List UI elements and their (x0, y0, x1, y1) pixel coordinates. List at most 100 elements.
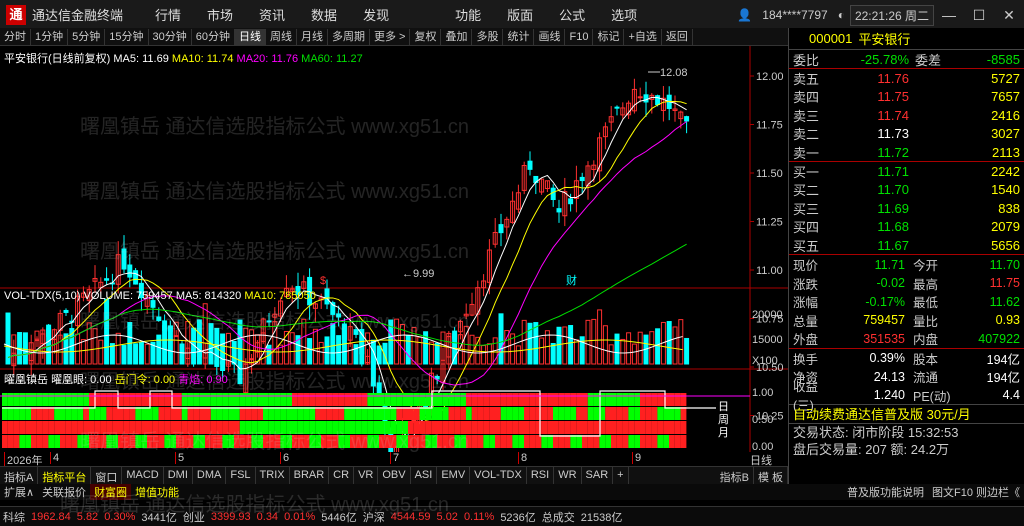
toolbar-button[interactable]: 30分钟 (149, 28, 192, 45)
indicator-block (413, 435, 420, 448)
ext-button[interactable]: 关联报价 (38, 484, 90, 500)
indicator-block (118, 421, 124, 434)
menu-item[interactable]: 公式 (546, 5, 598, 24)
indicator-block (396, 435, 403, 448)
ext-button[interactable]: 财富圈 (90, 484, 132, 500)
order-price: 11.67 (877, 237, 909, 253)
indicator-tab[interactable]: VR (354, 467, 379, 484)
indicator-tab[interactable]: 窗口 (91, 467, 123, 484)
ext-button[interactable]: 图文F10 则边栏《 (928, 484, 1024, 500)
indicator-tab[interactable]: 指标平台 (38, 467, 92, 484)
order-row: 卖三 11.74 2416 (789, 106, 1024, 124)
user-icon[interactable]: 👤 (732, 8, 757, 22)
indicator-block (245, 393, 252, 406)
indicator-tab[interactable]: 模 板 (754, 467, 788, 484)
ext-button[interactable]: 增值功能 (131, 484, 183, 500)
indicator-tab[interactable]: 指标A (0, 467, 39, 484)
indicator-block (280, 421, 287, 434)
indicator-block (234, 407, 240, 420)
indicator-block (640, 407, 646, 420)
candle-body (556, 208, 562, 213)
kline-chart-svg[interactable]: 12.0011.7511.5011.2511.0010.7510.5010.25… (0, 46, 788, 484)
toolbar-button[interactable]: 分时 (0, 28, 31, 45)
maximize-icon[interactable]: ☐ (964, 7, 994, 24)
indicator-tab[interactable]: DMI (164, 467, 193, 484)
toolbar-button[interactable]: 统计 (503, 28, 535, 45)
menu-item[interactable]: 版面 (494, 5, 546, 24)
period-toolbar: 分时 1分钟 5分钟 15分钟 30分钟 60分钟 日线 周线 月线 多周期 更多 > 复权 叠加 多股统… (0, 28, 788, 46)
info-label: 最低 (913, 296, 939, 311)
indicator-block (553, 435, 559, 448)
info-row: 现价 11.71 今开 11.70 (789, 255, 1024, 274)
toolbar-button[interactable]: 标记 (593, 28, 625, 45)
indicator-tab[interactable]: CR (329, 467, 355, 484)
indicator-tab[interactable]: FSL (226, 467, 256, 484)
indicator-block (210, 407, 217, 420)
toolbar-button[interactable]: 1分钟 (31, 28, 69, 45)
status-item: 3399.93 (210, 510, 251, 523)
menu-item[interactable]: 市场 (194, 5, 246, 24)
indicator-tab[interactable]: SAR (582, 467, 614, 484)
toolbar-button[interactable]: 15分钟 (105, 28, 149, 45)
toolbar-button[interactable]: 5分钟 (68, 28, 106, 45)
indicator-tab[interactable]: DMA (193, 467, 227, 484)
toolbar-button[interactable]: 月线 (297, 28, 328, 45)
indicator-tab[interactable]: RSI (527, 467, 555, 484)
toolbar-button[interactable]: 多周期 (328, 28, 370, 45)
toolbar-button[interactable]: 复权 (410, 28, 442, 45)
indicator-tab[interactable]: TRIX (256, 467, 290, 484)
toolbar-button[interactable]: 更多 > (370, 28, 411, 45)
subscription-ad[interactable]: 自动续费通达信普及版 30元/月 (789, 404, 1024, 425)
order-price: 11.76 (877, 71, 909, 87)
order-price: 11.71 (877, 164, 909, 180)
indicator-block (170, 407, 176, 420)
indicator-block (367, 407, 374, 420)
indicator-tab[interactable]: VOL-TDX (470, 467, 527, 484)
toolbar-button[interactable]: 60分钟 (192, 28, 235, 45)
ext-button[interactable]: 普及版功能说明 (843, 484, 928, 500)
indicator-block (367, 421, 374, 434)
indicator-block (582, 393, 588, 406)
indicator-block (576, 435, 582, 448)
indicator-tab[interactable]: 指标B (716, 467, 754, 484)
toolbar-button[interactable]: F10 (565, 28, 594, 45)
toolbar-button[interactable]: 日线 (235, 28, 266, 45)
close-icon[interactable]: ✕ (994, 7, 1024, 24)
toolbar-button[interactable]: 叠加 (441, 28, 473, 45)
indicator-block (350, 393, 356, 406)
menu-item[interactable]: 行情 (142, 5, 194, 24)
menu-item[interactable]: 资讯 (246, 5, 298, 24)
indicator-block (205, 407, 211, 420)
candle-body (684, 116, 690, 122)
menu-item[interactable]: 选项 (598, 5, 650, 24)
skin-icon[interactable]: ◐ (833, 8, 850, 22)
info-label: 总量 (793, 314, 819, 329)
menu-item[interactable]: 发现 (350, 5, 402, 24)
indicator-block (674, 421, 681, 434)
indicator-tab[interactable]: OBV (378, 467, 411, 484)
indicator-block (268, 435, 275, 448)
indicator-block (263, 407, 269, 420)
toolbar-button[interactable]: 返回 (662, 28, 693, 45)
account-label[interactable]: 184****7797 (757, 8, 832, 22)
volume-bar (156, 334, 162, 365)
order-volume: 2242 (991, 164, 1020, 180)
minimize-icon[interactable]: — (934, 7, 964, 23)
toolbar-button[interactable]: 多股 (472, 28, 504, 45)
indicator-tab[interactable]: + (613, 467, 629, 484)
indicator-tab[interactable]: BRAR (290, 467, 330, 484)
indicator-block (645, 393, 652, 406)
ext-button[interactable]: 扩展∧ (0, 484, 38, 500)
menu-item[interactable]: 数据 (298, 5, 350, 24)
menu-item[interactable]: 功能 (442, 5, 494, 24)
indicator-tab[interactable]: ASI (411, 467, 438, 484)
indicator-tab[interactable]: WR (554, 467, 582, 484)
chart-area[interactable]: 12.00 11.75 11.50 11.25 11.00 10.75 10.50 10.25… (0, 46, 788, 484)
status-item: 5.82 (76, 510, 99, 523)
indicator-tab[interactable]: EMV (437, 467, 471, 484)
toolbar-button[interactable]: 周线 (266, 28, 297, 45)
indicator-block (593, 435, 600, 448)
indicator-tab[interactable]: MACD (122, 467, 164, 484)
toolbar-button[interactable]: +自选 (624, 28, 662, 45)
toolbar-button[interactable]: 画线 (534, 28, 566, 45)
